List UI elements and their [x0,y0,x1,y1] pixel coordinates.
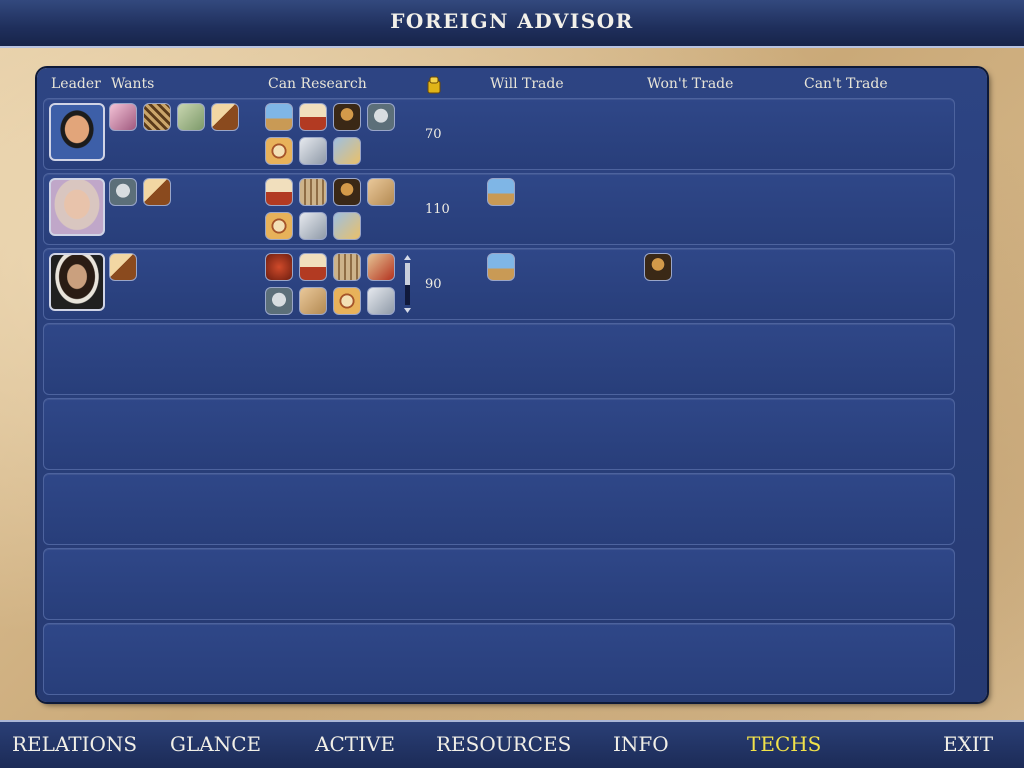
header-wants: Wants [111,76,155,92]
tech-icon-statue[interactable] [265,287,293,315]
empty-row [43,323,955,395]
gold-amount: 90 [425,277,442,292]
roman-leader-portrait[interactable] [49,178,105,236]
nav-resources[interactable]: RESOURCES [436,732,571,756]
tech-icon-pink-scroll[interactable] [109,103,137,131]
window-title: FOREIGN ADVISOR [390,9,634,33]
advisor-panel: Leader Wants Can Research Will Trade Won… [37,68,987,702]
tech-icon-gears[interactable] [333,212,361,240]
nav-relations[interactable]: RELATIONS [12,732,137,756]
tech-icon-monalisa[interactable] [644,253,672,281]
nav-glance[interactable]: GLANCE [170,732,261,756]
bottom-nav-bar: RELATIONS GLANCE ACTIVE RESOURCES INFO T… [0,720,1024,768]
empty-row [43,623,955,695]
tech-icon-wheel[interactable] [367,287,395,315]
empty-row [43,398,955,470]
tech-icon-horse[interactable] [211,103,239,131]
tech-icon-pyramid[interactable] [487,178,515,206]
tech-icon-wheel[interactable] [299,137,327,165]
header-will-trade: Will Trade [490,76,564,92]
tech-icon-map[interactable] [367,178,395,206]
tech-icon-lattice[interactable] [143,103,171,131]
leader-row[interactable]: 110 [43,173,955,245]
tech-icon-gears[interactable] [333,137,361,165]
header-leader: Leader [51,76,101,92]
tech-icon-monalisa[interactable] [333,103,361,131]
tech-icon-bronze-statue[interactable] [109,178,137,206]
tech-icon-map[interactable] [299,287,327,315]
title-bar: FOREIGN ADVISOR [0,0,1024,48]
header-wont-trade: Won't Trade [647,76,734,92]
chinese-leader-portrait[interactable] [49,103,105,161]
header-cant-trade: Can't Trade [804,76,888,92]
tech-icon-scroll-seal[interactable] [265,178,293,206]
tech-icon-wheel[interactable] [299,212,327,240]
tech-icon-pyramid[interactable] [265,103,293,131]
gold-amount: 110 [425,202,450,217]
tech-icon-dragon[interactable] [265,253,293,281]
research-scrollbar[interactable] [403,255,412,313]
header-can-research: Can Research [268,76,367,92]
leader-row[interactable]: 90 [43,248,955,320]
gold-coin-icon [427,76,441,94]
tech-icon-scroll-seal[interactable] [299,103,327,131]
nav-active[interactable]: ACTIVE [315,732,395,756]
tech-icon-compass[interactable] [265,137,293,165]
tech-icon-scroll-seal[interactable] [299,253,327,281]
tech-icon-currency[interactable] [177,103,205,131]
tech-icon-compass[interactable] [265,212,293,240]
spanish-leader-portrait[interactable] [49,253,105,311]
tech-icon-horse[interactable] [109,253,137,281]
nav-exit[interactable]: EXIT [943,732,993,756]
tech-icon-map-red[interactable] [367,253,395,281]
tech-icon-parchment[interactable] [299,178,327,206]
empty-row [43,548,955,620]
tech-icon-compass[interactable] [333,287,361,315]
empty-row [43,473,955,545]
nav-techs[interactable]: TECHS [747,732,821,756]
nav-info[interactable]: INFO [613,732,669,756]
gold-amount: 70 [425,127,442,142]
tech-icon-statue[interactable] [367,103,395,131]
leader-row[interactable]: 70 [43,98,955,170]
tech-icon-monalisa[interactable] [333,178,361,206]
tech-icon-horse[interactable] [143,178,171,206]
tech-icon-parchment[interactable] [333,253,361,281]
tech-icon-pyramid[interactable] [487,253,515,281]
